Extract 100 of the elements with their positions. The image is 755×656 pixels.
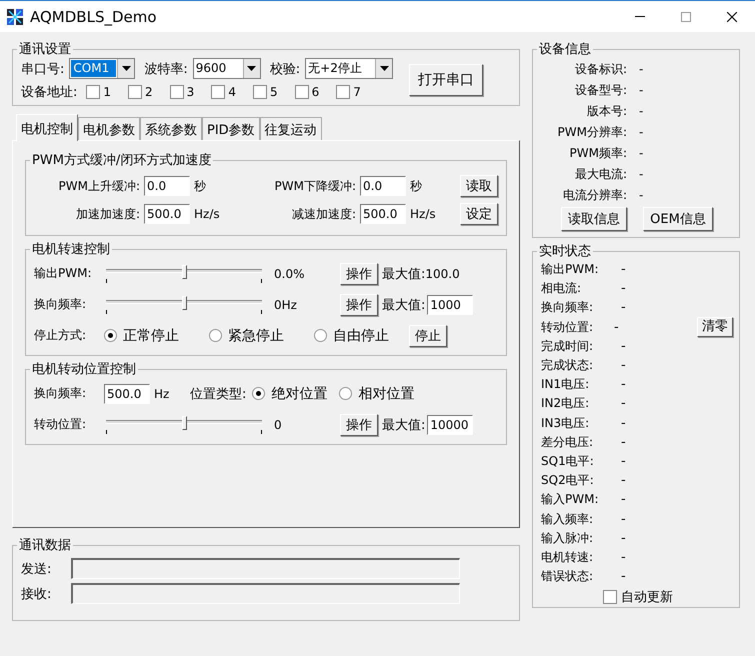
tab[interactable]: PID参数 xyxy=(202,117,260,141)
dropdown[interactable]: COM1 xyxy=(69,58,136,79)
label: PWM频率: xyxy=(568,144,627,160)
slider[interactable] xyxy=(104,416,264,434)
label: 3 xyxy=(186,85,194,99)
label: 设备标识: xyxy=(574,60,627,76)
button[interactable]: 操作 xyxy=(340,262,378,284)
label: 最大值: xyxy=(382,266,426,282)
label: 自由停止 xyxy=(333,326,389,344)
slider-thumb[interactable] xyxy=(182,264,187,278)
group-title: PWM方式缓冲/闭环方式加速度 xyxy=(31,152,212,169)
data-field[interactable] xyxy=(71,583,460,604)
button[interactable]: 清零 xyxy=(697,317,733,338)
label: 7 xyxy=(353,85,361,99)
checkbox[interactable] xyxy=(170,85,184,99)
label: - xyxy=(621,377,627,392)
checkbox[interactable] xyxy=(211,85,226,99)
label: - xyxy=(621,492,627,508)
tab[interactable]: 系统参数 xyxy=(140,117,202,141)
radio-button[interactable] xyxy=(314,329,327,342)
slider[interactable] xyxy=(104,296,264,314)
label: 输入PWM: xyxy=(541,491,600,508)
label: - xyxy=(621,434,627,450)
label: 相电流: xyxy=(541,280,582,298)
label: IN3电压: xyxy=(541,414,590,432)
button[interactable]: 读取 xyxy=(460,175,498,197)
checkbox[interactable] xyxy=(252,85,267,99)
checkbox[interactable] xyxy=(336,85,350,99)
checkbox[interactable] xyxy=(86,85,100,99)
label: PWM下降缓冲: xyxy=(274,178,356,194)
checkbox[interactable] xyxy=(128,85,142,99)
text-field[interactable]: 500.0 xyxy=(360,204,406,224)
label: 波特率: xyxy=(144,60,188,78)
label: SQ1电平: xyxy=(541,452,595,470)
label: Hz xyxy=(154,386,170,400)
label: 转动位置: xyxy=(541,318,594,336)
checkbox[interactable] xyxy=(294,85,309,99)
label: 相对位置 xyxy=(358,384,414,402)
text-field[interactable]: 500.0 xyxy=(104,384,150,404)
button[interactable]: 操作 xyxy=(340,414,378,436)
slider-thumb[interactable] xyxy=(182,416,187,430)
button[interactable]: OEM信息 xyxy=(643,207,713,231)
label: 100.0 xyxy=(425,266,460,280)
text-field[interactable]: 10000 xyxy=(427,414,474,434)
label: 0Hz xyxy=(274,298,298,312)
tab[interactable]: 电机参数 xyxy=(78,117,140,141)
label: - xyxy=(621,473,627,488)
label: - xyxy=(621,416,627,431)
text-field[interactable]: 0.0 xyxy=(360,176,406,196)
label: 校验: xyxy=(270,60,300,78)
button[interactable]: 操作 xyxy=(340,294,378,316)
radio-button[interactable] xyxy=(104,329,117,342)
button[interactable]: 停止 xyxy=(409,324,447,346)
label: 正常停止 xyxy=(123,326,179,344)
label: Hz/s xyxy=(194,207,221,221)
label: - xyxy=(614,320,620,335)
label: 完成时间: xyxy=(541,338,594,355)
slider-thumb[interactable] xyxy=(182,296,187,310)
radio-button[interactable] xyxy=(209,329,222,342)
label: - xyxy=(639,124,644,140)
text-field[interactable]: 0.0 xyxy=(144,176,190,196)
label: - xyxy=(621,454,627,469)
text-field[interactable]: 500.0 xyxy=(144,204,190,224)
data-field[interactable] xyxy=(71,558,460,579)
group-title: 实时状态 xyxy=(538,243,592,260)
slider[interactable] xyxy=(104,264,264,282)
label: - xyxy=(621,569,627,584)
label: SQ2电平: xyxy=(541,472,595,490)
dropdown[interactable]: 9600 xyxy=(192,58,261,79)
group-title: 通讯设置 xyxy=(18,41,72,58)
label: 停止方式: xyxy=(34,327,88,344)
label: - xyxy=(639,166,644,182)
group-title: 电机转速控制 xyxy=(31,241,111,258)
label: 紧急停止 xyxy=(228,326,284,344)
dropdown[interactable]: 无+2停止 xyxy=(305,58,394,79)
label: 绝对位置 xyxy=(271,384,328,402)
tab[interactable]: 电机控制 xyxy=(16,114,78,141)
maximize-icon xyxy=(681,12,691,22)
text-field[interactable]: 1000 xyxy=(427,294,474,314)
label: 错误状态: xyxy=(541,568,594,586)
label: - xyxy=(639,186,644,202)
label: - xyxy=(621,550,627,565)
button[interactable]: 设定 xyxy=(460,203,498,225)
label: - xyxy=(639,60,644,76)
label: - xyxy=(621,338,627,354)
label: - xyxy=(621,530,627,546)
label: 换向频率: xyxy=(541,299,594,316)
label: IN2电压: xyxy=(541,395,590,412)
radio-button[interactable] xyxy=(339,387,352,400)
label: 4 xyxy=(228,85,236,99)
label: 串口号: xyxy=(21,60,64,78)
radio-button[interactable] xyxy=(252,387,266,400)
button[interactable]: 打开串口 xyxy=(409,64,484,96)
tab[interactable]: 往复运动 xyxy=(260,117,322,141)
label: - xyxy=(621,396,627,412)
checkbox[interactable] xyxy=(603,590,617,604)
button[interactable]: 读取信息 xyxy=(561,207,628,231)
label: 换向频率: xyxy=(34,296,88,313)
label: 设备地址: xyxy=(21,84,78,101)
label: 输出PWM: xyxy=(541,261,600,278)
